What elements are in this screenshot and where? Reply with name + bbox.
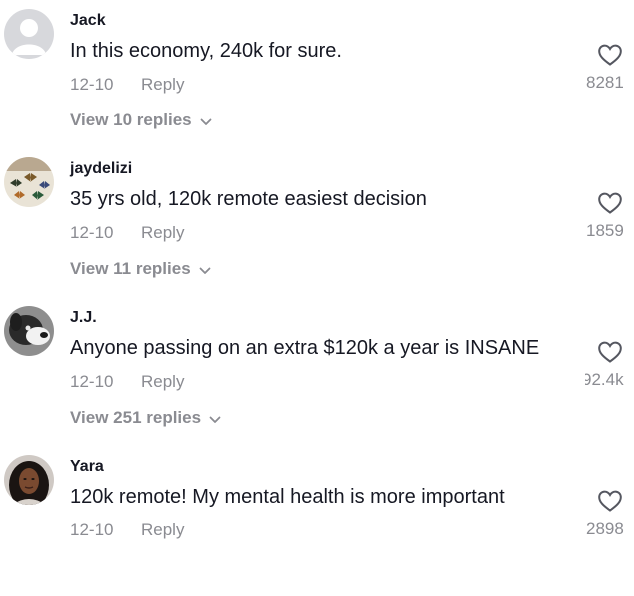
person-avatar-icon: [4, 455, 54, 505]
comment-username[interactable]: Jack: [70, 12, 106, 30]
comment-item: Jack In this economy, 240k for sure. 12-…: [0, 0, 634, 150]
reply-button[interactable]: Reply: [141, 223, 184, 243]
view-replies-label: View 251 replies: [70, 408, 202, 427]
comment-text: 35 yrs old, 120k remote easiest decision: [70, 188, 427, 210]
view-replies-label: View 10 replies: [70, 110, 192, 129]
comment-text: 120k remote! My mental health is more im…: [70, 486, 505, 508]
comment-item: Yara 120k remote! My mental health is mo…: [0, 446, 634, 596]
reply-button[interactable]: Reply: [141, 372, 184, 392]
chevron-down-icon: [209, 409, 221, 429]
heart-icon[interactable]: [597, 489, 623, 513]
comment-username[interactable]: Yara: [70, 458, 104, 476]
comment-date: 12-10: [70, 223, 114, 242]
heart-icon[interactable]: [597, 191, 623, 215]
chevron-down-icon: [199, 260, 211, 280]
comment-date: 12-10: [70, 520, 114, 539]
view-replies-button[interactable]: View 10 replies: [70, 110, 212, 131]
like-area: 2898: [585, 489, 634, 549]
dog-avatar-icon: [4, 306, 54, 356]
like-count: 1859: [586, 221, 624, 240]
heart-icon[interactable]: [597, 43, 623, 67]
view-replies-button[interactable]: View 251 replies: [70, 408, 221, 429]
avatar[interactable]: [4, 9, 54, 59]
comment-date: 12-10: [70, 372, 114, 391]
view-replies-button[interactable]: View 11 replies: [70, 259, 211, 280]
comment-text: Anyone passing on an extra $120k a year …: [70, 337, 540, 359]
butterflies-avatar-icon: [4, 157, 54, 207]
like-area: 92.4k: [585, 340, 634, 400]
avatar[interactable]: [4, 306, 54, 356]
chevron-down-icon: [200, 111, 212, 131]
like-count: 8281: [586, 73, 624, 92]
like-area: 8281: [585, 43, 634, 103]
like-area: 1859: [585, 191, 634, 251]
avatar[interactable]: [4, 157, 54, 207]
like-count: 2898: [586, 519, 624, 538]
avatar[interactable]: [4, 455, 54, 505]
view-replies-label: View 11 replies: [70, 259, 191, 278]
like-count: 92.4k: [585, 370, 624, 389]
comment-username[interactable]: jaydelizi: [70, 160, 132, 178]
comment-text: In this economy, 240k for sure.: [70, 40, 342, 62]
comment-username[interactable]: J.J.: [70, 309, 97, 327]
comment-date: 12-10: [70, 75, 114, 94]
reply-button[interactable]: Reply: [141, 520, 184, 540]
comment-item: jaydelizi 35 yrs old, 120k remote easies…: [0, 148, 634, 298]
reply-button[interactable]: Reply: [141, 75, 184, 95]
comment-item: J.J. Anyone passing on an extra $120k a …: [0, 297, 634, 447]
default-avatar-icon: [4, 9, 54, 59]
heart-icon[interactable]: [597, 340, 623, 364]
